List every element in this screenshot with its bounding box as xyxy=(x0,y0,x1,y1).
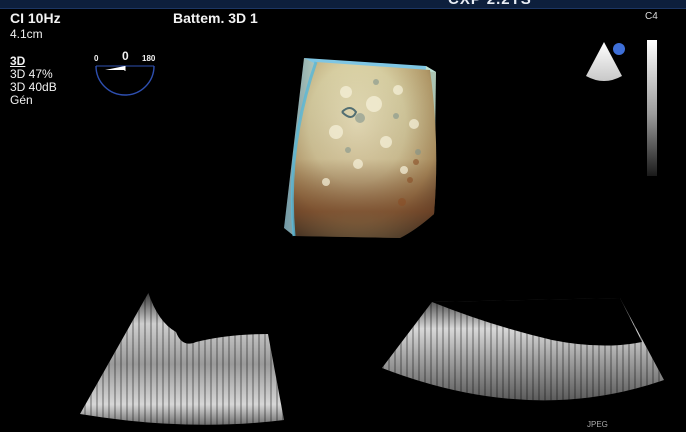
probe-angle-indicator: 0 0 180 xyxy=(92,48,158,100)
depth-label: 4.1cm xyxy=(10,27,43,41)
ultrasound-plane-right[interactable] xyxy=(382,292,668,422)
ultrasound-plane-left[interactable] xyxy=(78,282,288,432)
view-title: Battem. 3D 1 xyxy=(173,10,258,26)
probe-label: C4 xyxy=(645,11,658,22)
frame-rate-label: CI 10Hz xyxy=(10,10,61,26)
mode-settings-panel: 3D 3D 47% 3D 40dB Gén xyxy=(10,55,57,107)
mode-frequency-line: Gén xyxy=(10,93,33,107)
orientation-sector-icon xyxy=(586,42,625,81)
angle-value-label: 0 xyxy=(122,49,129,63)
top-status-bar: CXP 2.2TS xyxy=(0,0,686,9)
3d-volume-render[interactable] xyxy=(276,52,442,242)
grayscale-bar xyxy=(647,40,657,176)
top-status-text: CXP 2.2TS xyxy=(448,0,532,8)
probe-angle-icon xyxy=(95,65,155,96)
image-format-tag: JPEG xyxy=(587,420,608,429)
